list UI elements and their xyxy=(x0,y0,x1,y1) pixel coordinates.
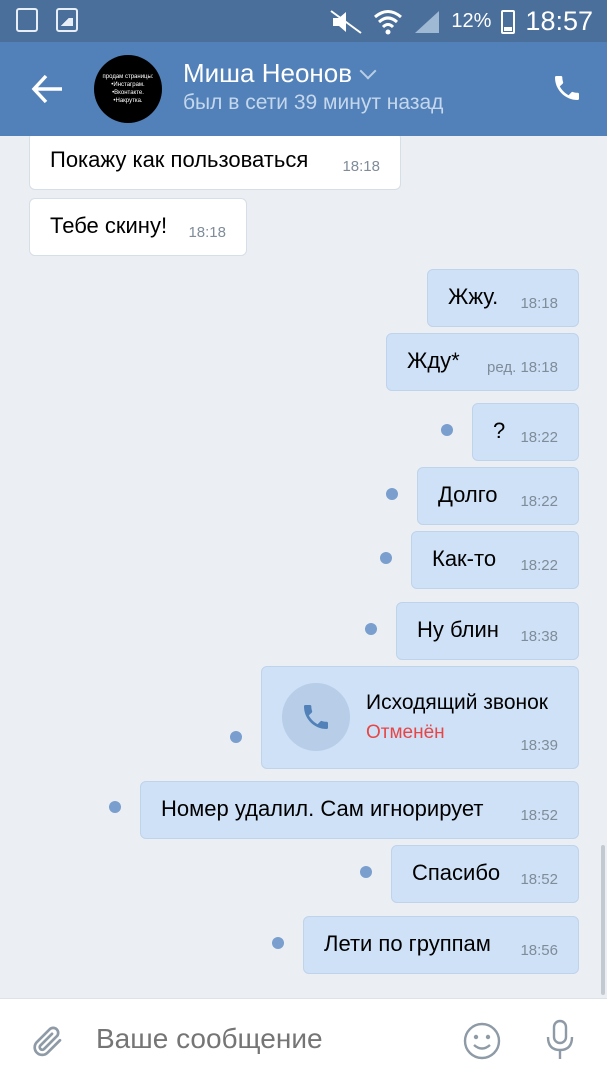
message-text: Долго xyxy=(438,482,498,507)
signal-icon xyxy=(415,10,440,33)
message-bubble[interactable]: Ну блин 18:38 xyxy=(396,602,579,660)
chevron-down-icon xyxy=(359,62,377,79)
composer-bar xyxy=(0,998,607,1080)
status-bar: 12% 18:57 xyxy=(0,0,607,42)
message-time: 18:18 xyxy=(520,295,558,312)
message-time: 18:39 xyxy=(520,737,558,754)
unread-dot xyxy=(272,937,284,949)
message-bubble[interactable]: Как-то 18:22 xyxy=(411,531,579,589)
message-bubble[interactable]: Лети по группам 18:56 xyxy=(303,916,579,974)
message-text: Жжу. xyxy=(448,284,499,309)
message-text: Лети по группам xyxy=(324,931,491,956)
message-bubble[interactable]: Спасибо 18:52 xyxy=(391,845,579,903)
message-text: Номер удалил. Сам игнорирует xyxy=(161,796,484,821)
message-bubble[interactable]: Покажу как пользоваться 18:18 xyxy=(29,136,401,190)
call-icon-circle[interactable] xyxy=(282,683,350,751)
chat-header: продам страницы: •Инстаграм. •Вконтакте.… xyxy=(0,42,607,136)
unread-dot xyxy=(360,866,372,878)
avatar[interactable]: продам страницы: •Инстаграм. •Вконтакте.… xyxy=(94,55,162,123)
message-time: 18:18 xyxy=(342,158,380,175)
avatar-text: продам страницы: •Инстаграм. •Вконтакте.… xyxy=(102,74,154,104)
emoji-icon[interactable] xyxy=(462,1021,502,1061)
paperclip-icon[interactable] xyxy=(30,1021,66,1061)
unread-dot xyxy=(109,801,121,813)
message-text: Спасибо xyxy=(412,860,501,885)
contact-name-row[interactable]: Миша Неонов xyxy=(183,58,377,89)
unread-dot xyxy=(380,552,392,564)
clock: 18:57 xyxy=(525,6,593,36)
unread-dot xyxy=(386,488,398,500)
scrollbar[interactable] xyxy=(601,845,605,995)
message-bubble[interactable]: Жду* ред. 18:18 xyxy=(386,333,579,391)
unread-dot xyxy=(441,424,453,436)
message-text: Покажу как пользоваться xyxy=(50,147,309,172)
unread-dot xyxy=(365,623,377,635)
back-arrow-icon[interactable] xyxy=(30,72,66,106)
message-input[interactable] xyxy=(96,1023,436,1055)
message-time: 18:22 xyxy=(520,557,558,574)
message-time: 18:52 xyxy=(520,807,558,824)
message-time: 18:22 xyxy=(520,493,558,510)
message-text: Ну блин xyxy=(417,617,499,642)
wifi-icon xyxy=(374,9,403,34)
message-text: Жду* xyxy=(407,348,460,373)
battery-icon xyxy=(501,9,516,34)
message-edited-time: ред. 18:18 xyxy=(487,359,558,376)
call-title: Исходящий звонок xyxy=(366,691,548,714)
message-bubble[interactable]: Долго 18:22 xyxy=(417,467,579,525)
last-seen-status: был в сети 39 минут назад xyxy=(183,91,444,114)
image-notification-icon xyxy=(56,8,78,32)
mute-icon xyxy=(330,9,362,34)
outgoing-call-bubble[interactable]: Исходящий звонок Отменён 18:39 xyxy=(261,666,579,769)
call-status: Отменён xyxy=(366,722,445,743)
message-time: 18:56 xyxy=(520,942,558,959)
recycle-notification-icon xyxy=(16,8,38,32)
message-bubble[interactable]: Тебе скину! 18:18 xyxy=(29,198,247,256)
message-time: 18:18 xyxy=(188,224,226,241)
unread-dot xyxy=(230,731,242,743)
message-time: 18:52 xyxy=(520,871,558,888)
phone-call-icon[interactable] xyxy=(551,72,583,104)
contact-name: Миша Неонов xyxy=(183,58,353,88)
message-bubble[interactable]: ? 18:22 xyxy=(472,403,579,461)
message-time: 18:22 xyxy=(520,429,558,446)
message-text: Тебе скину! xyxy=(50,213,168,238)
message-bubble[interactable]: Жжу. 18:18 xyxy=(427,269,579,327)
message-time: 18:38 xyxy=(520,628,558,645)
message-bubble[interactable]: Номер удалил. Сам игнорирует 18:52 xyxy=(140,781,579,839)
message-text: Как-то xyxy=(432,546,497,571)
battery-percent: 12% xyxy=(451,10,492,32)
phone-icon xyxy=(304,705,328,729)
message-text: ? xyxy=(493,418,506,443)
message-list[interactable]: Покажу как пользоваться 18:18 Тебе скину… xyxy=(0,136,607,998)
microphone-icon[interactable] xyxy=(544,1019,576,1061)
